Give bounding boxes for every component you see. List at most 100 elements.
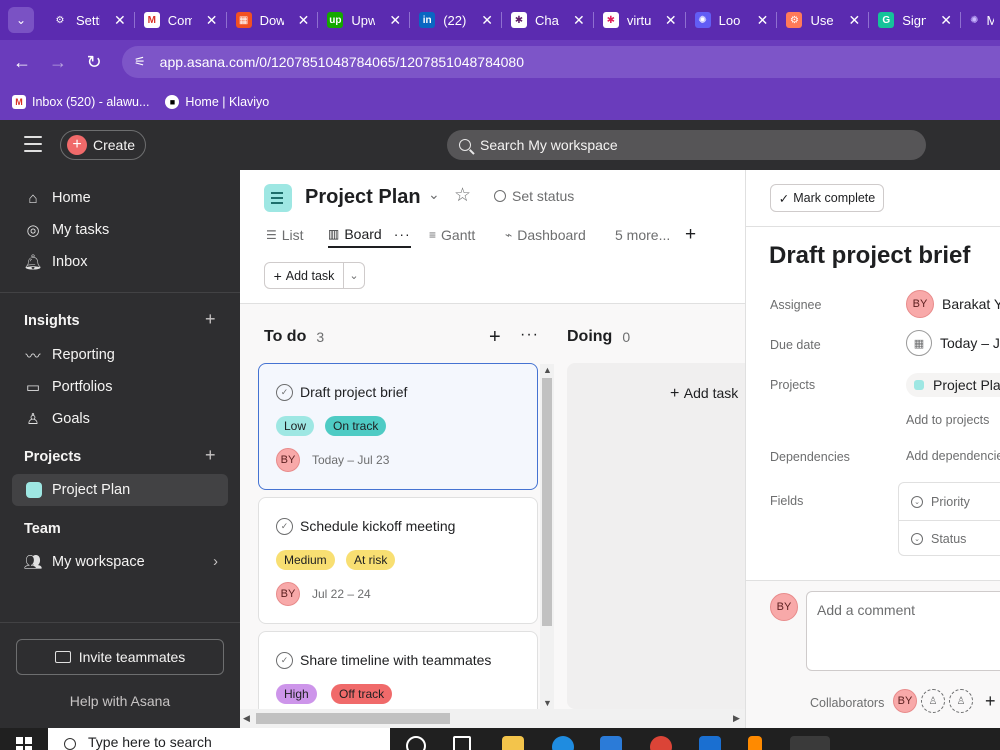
add-to-projects-button[interactable]: Add to projects: [906, 413, 989, 427]
add-task-dropdown[interactable]: ⌄: [343, 262, 365, 289]
address-bar[interactable]: ⚟ app.asana.com/0/1207851048784065/12078…: [122, 46, 1000, 78]
column-header-doing[interactable]: Doing 0: [567, 328, 630, 346]
hamburger-menu-icon[interactable]: [24, 136, 42, 152]
add-insight-plus-icon[interactable]: +: [205, 309, 216, 330]
set-status-button[interactable]: Set status: [494, 188, 574, 204]
sidebar-item-project-plan[interactable]: Project Plan: [12, 474, 228, 506]
tab-search-button[interactable]: ⌄: [8, 7, 34, 33]
add-task-button[interactable]: + Add task: [264, 262, 344, 289]
field-priority[interactable]: ⌄ Priority: [899, 483, 1000, 520]
close-icon[interactable]: ✕: [848, 12, 860, 29]
task-card[interactable]: ✓ Draft project brief Low On track BY To…: [258, 363, 538, 490]
priority-badge[interactable]: Low: [276, 416, 315, 436]
status-badge[interactable]: Off track: [331, 684, 393, 704]
status-badge[interactable]: On track: [325, 416, 387, 436]
comment-input[interactable]: Add a comment: [806, 591, 1000, 671]
due-date[interactable]: Today – Jul 23: [312, 453, 389, 467]
scroll-right-icon[interactable]: ▶: [733, 713, 740, 724]
browser-tab[interactable]: ✱ virtu ✕: [593, 0, 686, 40]
doing-add-task-button[interactable]: + Add task: [670, 385, 738, 403]
plus-icon[interactable]: +: [985, 691, 996, 712]
tab-board[interactable]: ▥ Board ···: [328, 222, 411, 248]
browser-tab[interactable]: ✱ Cha ✕: [501, 0, 594, 40]
due-date[interactable]: Jul 22 – 24: [312, 587, 371, 601]
priority-badge[interactable]: Medium: [276, 550, 335, 570]
browser-tab[interactable]: in (22) ✕: [409, 0, 502, 40]
column-header-todo[interactable]: To do 3: [264, 328, 324, 346]
scroll-down-icon[interactable]: ▼: [543, 698, 552, 708]
sidebar-item-my-tasks[interactable]: ◎ My tasks: [12, 214, 228, 246]
scroll-left-icon[interactable]: ◀: [243, 713, 250, 724]
assignee-field[interactable]: BY Barakat Ya: [906, 290, 1000, 318]
column-more-icon[interactable]: ···: [520, 326, 539, 344]
close-icon[interactable]: ✕: [940, 12, 952, 29]
projects-header[interactable]: Projects: [24, 449, 81, 465]
close-icon[interactable]: ✕: [298, 12, 310, 29]
priority-badge[interactable]: High: [276, 684, 317, 704]
sidebar-item-goals[interactable]: ♙ Goals: [12, 403, 228, 435]
invite-teammates-button[interactable]: Invite teammates: [16, 639, 224, 675]
bookmark-klaviyo[interactable]: ■ Home | Klaviyo: [165, 95, 269, 109]
close-icon[interactable]: ✕: [665, 12, 677, 29]
create-button[interactable]: + Create: [60, 130, 146, 160]
task-card[interactable]: ✓ Schedule kickoff meeting Medium At ris…: [258, 497, 538, 624]
insights-header[interactable]: Insights: [24, 313, 80, 329]
chevron-down-icon[interactable]: ⌄: [428, 186, 440, 203]
check-circle-icon[interactable]: ✓: [276, 518, 293, 535]
forward-button[interactable]: →: [40, 52, 76, 73]
due-date-field[interactable]: ▦ Today – Ju: [906, 330, 1000, 356]
back-button[interactable]: ←: [4, 52, 40, 73]
vlc-icon[interactable]: [748, 736, 762, 750]
close-icon[interactable]: ✕: [481, 12, 493, 29]
scroll-up-icon[interactable]: ▲: [543, 365, 552, 375]
search-input[interactable]: Search My workspace: [447, 130, 926, 160]
status-badge[interactable]: At risk: [346, 550, 396, 570]
tab-dashboard[interactable]: ⌁ Dashboard: [505, 222, 586, 248]
browser-tab[interactable]: M Com ✕: [134, 0, 227, 40]
file-explorer-icon[interactable]: [502, 736, 524, 750]
taskbar-search-input[interactable]: Type here to search: [48, 728, 390, 750]
sidebar-item-home[interactable]: ⌂ Home: [12, 182, 228, 214]
check-circle-icon[interactable]: ✓: [276, 384, 293, 401]
task-view-icon[interactable]: [453, 736, 471, 750]
horizontal-scrollbar[interactable]: ◀ ▶: [240, 709, 746, 728]
tab-list[interactable]: ☰ List: [266, 222, 304, 248]
browser-tab[interactable]: ⚙ Use ✕: [776, 0, 870, 40]
cortana-icon[interactable]: [406, 736, 426, 750]
avatar[interactable]: BY: [276, 448, 300, 472]
add-dependencies-button[interactable]: Add dependencie: [906, 449, 1000, 463]
site-settings-icon[interactable]: ⚟: [134, 54, 146, 70]
windows-start-icon[interactable]: [16, 737, 32, 750]
vertical-scrollbar[interactable]: ▲ ▼: [540, 364, 554, 709]
task-detail-title[interactable]: Draft project brief: [769, 242, 970, 270]
mark-complete-button[interactable]: ✓ Mark complete: [770, 184, 884, 212]
chrome-icon[interactable]: [650, 736, 672, 750]
add-tab-plus-icon[interactable]: +: [685, 222, 696, 248]
close-icon[interactable]: ✕: [389, 12, 401, 29]
close-icon[interactable]: ✕: [206, 12, 218, 29]
browser-tab[interactable]: ▦ Dow ✕: [226, 0, 319, 40]
avatar[interactable]: BY: [276, 582, 300, 606]
close-icon[interactable]: ✕: [114, 12, 126, 29]
browser-tab[interactable]: G Sign ✕: [868, 0, 962, 40]
chrome-active-icon[interactable]: [790, 736, 830, 750]
reload-button[interactable]: ↻: [76, 52, 112, 73]
scrollbar-thumb[interactable]: [542, 378, 552, 626]
store-icon[interactable]: [600, 736, 622, 750]
project-title[interactable]: Project Plan: [305, 186, 421, 209]
check-circle-icon[interactable]: ✓: [276, 652, 293, 669]
edge-icon[interactable]: [552, 736, 574, 750]
sidebar-item-portfolios[interactable]: ▭ Portfolios: [12, 371, 228, 403]
tab-more-icon[interactable]: ···: [394, 226, 411, 242]
sidebar-item-my-workspace[interactable]: 👥︎ My workspace ›: [12, 546, 228, 578]
browser-tab[interactable]: up Upw ✕: [317, 0, 411, 40]
close-icon[interactable]: ✕: [573, 12, 585, 29]
add-collaborator-icon[interactable]: ♙: [921, 689, 945, 713]
scrollbar-thumb[interactable]: [256, 713, 450, 724]
help-with-asana-link[interactable]: Help with Asana: [0, 693, 240, 709]
add-task-plus-icon[interactable]: +: [489, 326, 501, 349]
avatar[interactable]: BY: [893, 689, 917, 713]
close-icon[interactable]: ✕: [757, 12, 769, 29]
sidebar-item-reporting[interactable]: 〰 Reporting: [12, 339, 228, 371]
sidebar-item-inbox[interactable]: 🔔︎ Inbox: [12, 246, 228, 278]
